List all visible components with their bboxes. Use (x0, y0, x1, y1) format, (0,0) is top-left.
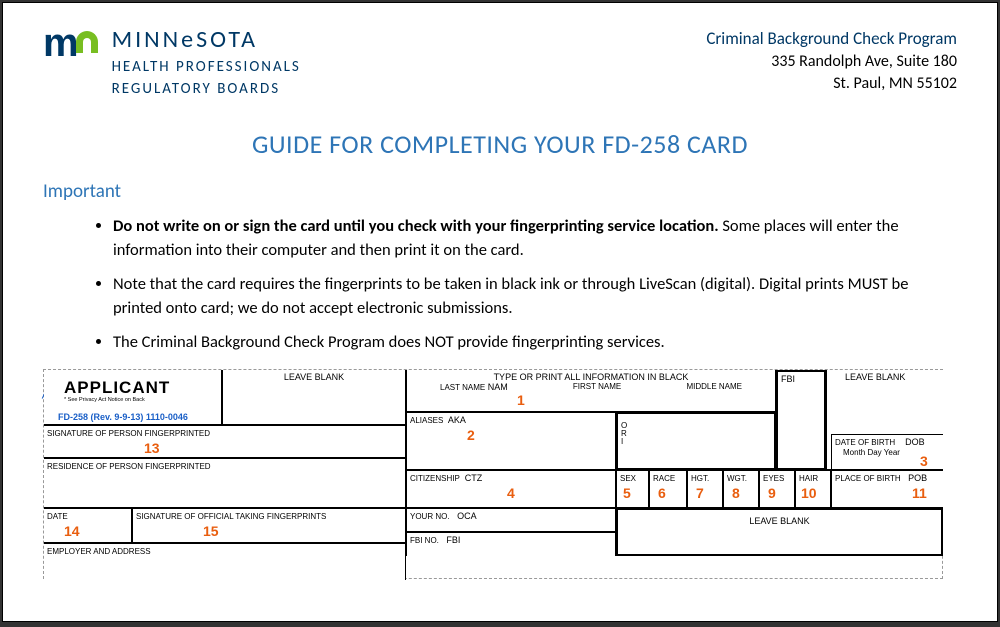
firstname-label: FIRST NAME (573, 382, 621, 392)
ori-label: ORI (621, 422, 627, 446)
num-9: 9 (768, 485, 776, 501)
org-line3: REGULATORY BOARDS (112, 80, 301, 98)
cell-applicant: APPLICANT * See Privacy Act Notice on Ba… (44, 370, 222, 425)
fbino-label: FBI NO. (410, 536, 439, 545)
page-title: GUIDE FOR COMPLETING YOUR FD-258 CARD (43, 128, 957, 160)
num-6: 6 (658, 485, 666, 501)
dob-mdy: Month Day Year (835, 448, 900, 457)
wgt-label: WGT. (727, 474, 747, 483)
program-name: Criminal Background Check Program (706, 27, 957, 51)
cell-hgt: HGT. 7 (687, 470, 723, 508)
leave-blank-label3: LEAVE BLANK (749, 512, 809, 526)
num-13: 13 (144, 440, 160, 456)
org-line2: HEALTH PROFESSIONALS (112, 58, 301, 76)
cell-date: DATE 14 (44, 508, 132, 543)
num-14: 14 (64, 523, 80, 539)
employer-label: EMPLOYER AND ADDRESS (47, 547, 151, 556)
aka-label: AKA (448, 415, 466, 425)
cell-employer: EMPLOYER AND ADDRESS (44, 543, 406, 580)
applicant-label: APPLICANT (64, 378, 170, 398)
logo-block: m MINNeSOTA HEALTH PROFESSIONALS REGULAT… (43, 23, 301, 98)
fd258-card: APPLICANT * See Privacy Act Notice on Ba… (43, 369, 943, 579)
num-3: 3 (920, 453, 928, 469)
cell-fbi: FBI (776, 370, 826, 470)
cell-ori: ORI (616, 412, 776, 470)
lastname-label: LAST NAME (440, 383, 485, 392)
fbi-abbr: FBI (446, 535, 460, 545)
cell-residence: RESIDENCE OF PERSON FINGERPRINTED (44, 458, 406, 508)
cell-sex: SEX 5 (616, 470, 649, 508)
address-line1: 335 Randolph Ave, Suite 180 (706, 51, 957, 73)
list-item: Note that the card requires the fingerpr… (113, 273, 957, 321)
logo-m: m (43, 27, 76, 59)
leave-blank-label: LEAVE BLANK (284, 372, 344, 382)
cell-signature: SIGNATURE OF PERSON FINGERPRINTED 13 (44, 425, 406, 458)
middlename-label: MIDDLE NAME (686, 382, 742, 392)
pob-abbr: POB (908, 473, 927, 483)
cell-pob: PLACE OF BIRTH POB 11 (831, 470, 943, 508)
citizenship-label: CITIZENSHIP (410, 474, 460, 483)
bullet1-bold: Do not write on or sign the card until y… (113, 216, 719, 236)
cell-yourno: YOUR NO. OCA (406, 508, 616, 532)
hair-label: HAIR (799, 474, 818, 483)
logo-arch-icon (76, 31, 98, 53)
num-15: 15 (203, 523, 219, 539)
mn-logo-icon: m (43, 23, 98, 59)
header: m MINNeSOTA HEALTH PROFESSIONALS REGULAT… (43, 23, 957, 98)
cell-eyes: EYES 9 (759, 470, 795, 508)
applicant-sub: * See Privacy Act Notice on Back (64, 397, 145, 403)
num-5: 5 (623, 485, 631, 501)
num-10: 10 (801, 485, 817, 501)
pob-label: PLACE OF BIRTH (835, 474, 901, 483)
num-1: 1 (517, 392, 525, 408)
race-label: RACE (653, 474, 675, 483)
cell-leave-blank-3: LEAVE BLANK (616, 508, 943, 556)
dob-abbr: DOB (905, 437, 925, 447)
important-heading: Important (43, 180, 957, 203)
dob-label: DATE OF BIRTH (835, 438, 895, 447)
oca-label: OCA (457, 511, 477, 521)
cell-citizenship: CITIZENSHIP CTZ 4 (406, 470, 616, 508)
yourno-label: YOUR NO. (410, 512, 450, 521)
nam-label: NAM (488, 382, 508, 392)
num-8: 8 (732, 485, 740, 501)
cell-leave-blank-1: LEAVE BLANK (222, 370, 406, 425)
header-address: Criminal Background Check Program 335 Ra… (706, 23, 957, 96)
official-sig-label: SIGNATURE OF OFFICIAL TAKING FINGERPRINT… (136, 512, 326, 521)
num-11: 11 (912, 485, 927, 501)
residence-label: RESIDENCE OF PERSON FINGERPRINTED (47, 462, 211, 471)
cell-race: RACE 6 (649, 470, 687, 508)
ctz-label: CTZ (465, 473, 483, 483)
sex-label: SEX (620, 474, 636, 483)
signature-label: SIGNATURE OF PERSON FINGERPRINTED (47, 429, 210, 438)
fbi-label: FBI (781, 374, 795, 384)
leave-blank-label2: LEAVE BLANK (845, 372, 905, 382)
cell-wgt: WGT. 8 (723, 470, 759, 508)
type-header: TYPE OR PRINT ALL INFORMATION IN BLACK (410, 372, 772, 382)
num-4: 4 (507, 485, 515, 501)
date-label: DATE (47, 512, 68, 521)
cell-name: TYPE OR PRINT ALL INFORMATION IN BLACK L… (406, 370, 776, 412)
cell-aliases: ALIASES AKA 2 (406, 412, 616, 470)
instruction-list: Do not write on or sign the card until y… (43, 215, 957, 355)
logo-text: MINNeSOTA HEALTH PROFESSIONALS REGULATOR… (106, 23, 301, 98)
fd-revision: FD-258 (Rev. 9-9-13) 1110-0046 (58, 412, 188, 422)
address-line2: St. Paul, MN 55102 (706, 73, 957, 95)
hgt-label: HGT. (691, 474, 709, 483)
list-item: Do not write on or sign the card until y… (113, 215, 957, 263)
org-name: MINNeSOTA (112, 25, 301, 54)
aliases-label: ALIASES (410, 416, 443, 425)
cell-hair: HAIR 10 (795, 470, 831, 508)
num-7: 7 (696, 485, 704, 501)
list-item: The Criminal Background Check Program do… (113, 331, 957, 355)
cell-official-sig: SIGNATURE OF OFFICIAL TAKING FINGERPRINT… (132, 508, 406, 543)
document-page: m MINNeSOTA HEALTH PROFESSIONALS REGULAT… (2, 2, 998, 622)
num-2: 2 (467, 427, 475, 443)
eyes-label: EYES (763, 474, 784, 483)
cell-dob: DATE OF BIRTH DOB Month Day Year 3 (831, 434, 943, 470)
cell-fbino: FBI NO. FBI (406, 532, 616, 556)
